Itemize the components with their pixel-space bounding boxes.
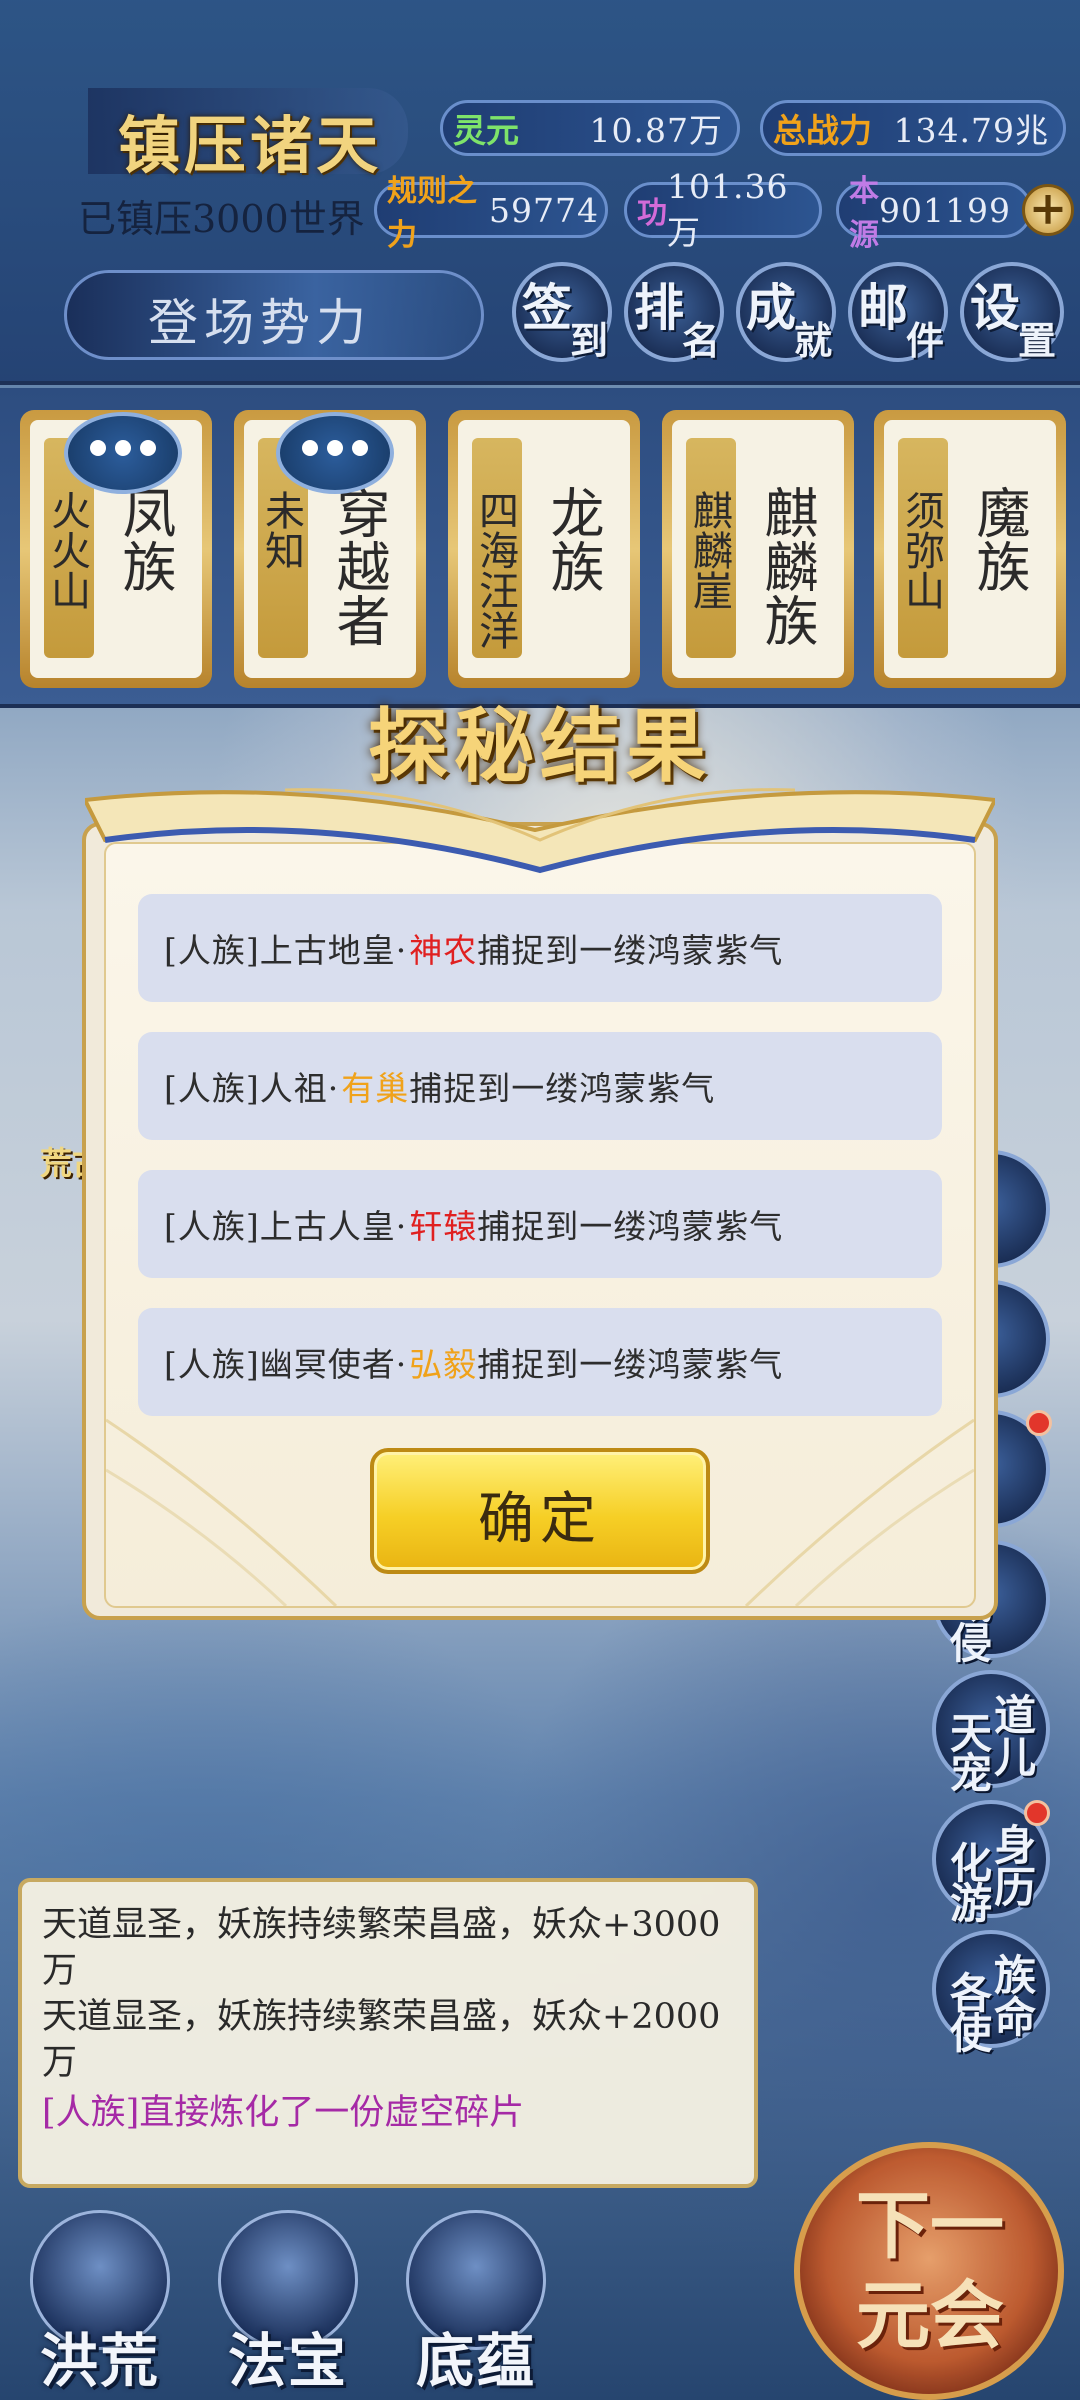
ranking-char1: 排 <box>634 278 684 337</box>
faction-name: 穿越者 <box>327 485 390 647</box>
nav-fabao[interactable]: 法宝 <box>208 2210 368 2395</box>
mail-char1: 邮 <box>858 278 908 337</box>
result-suffix: 捕捉到一缕鸿蒙紫气 <box>409 1069 716 1108</box>
ranking-button[interactable]: 排 名 <box>624 262 724 363</box>
settings-button[interactable]: 设 置 <box>960 262 1064 363</box>
chat-bubble-icon[interactable] <box>276 412 394 494</box>
nav-honghuang[interactable]: 洪荒 <box>20 2210 180 2395</box>
event-log: 天道显圣，妖族持续繁荣昌盛，妖众+3000万 天道显圣，妖族持续繁荣昌盛，妖众+… <box>18 1878 758 2188</box>
side-button-tiandao[interactable]: 天 道 宠 儿 <box>932 1670 1050 1798</box>
side-char: 儿 <box>994 1733 1037 1782</box>
resource-mid-label: 功 <box>637 196 667 231</box>
signin-button[interactable]: 签 到 <box>512 262 612 363</box>
side-button-gezu[interactable]: 各 族 使 命 <box>932 1930 1050 2058</box>
mail-char2: 件 <box>906 318 945 363</box>
result-highlight: 神农 <box>409 931 478 970</box>
resource-lingyuan-label: 灵元 <box>453 111 519 150</box>
faction-location: 未知 <box>258 490 304 570</box>
result-suffix: 捕捉到一缕鸿蒙紫气 <box>477 931 784 970</box>
nav-label: 洪荒 <box>39 2327 160 2395</box>
faction-location: 火火山 <box>44 490 90 610</box>
result-highlight: 弘毅 <box>409 1345 478 1384</box>
log-line: 天道显圣，妖族持续繁荣昌盛，妖众+3000万 <box>42 1905 721 1991</box>
side-char: 使 <box>950 2009 993 2058</box>
confirm-label: 确定 <box>478 1487 602 1552</box>
nav-label: 底蕴 <box>415 2327 536 2395</box>
achievement-char2: 就 <box>794 318 833 363</box>
resource-guize-value: 59774 <box>489 190 599 230</box>
result-prefix: [人族]幽冥使者· <box>164 1345 408 1384</box>
faction-name: 魔族 <box>967 485 1030 593</box>
result-prefix: [人族]上古地皇· <box>164 931 408 970</box>
faction-card-dragon[interactable]: 四海汪洋 龙族 <box>448 410 640 688</box>
resource-benyuan: 本源 901199 <box>836 174 1032 253</box>
achievement-char1: 成 <box>746 278 796 337</box>
result-suffix: 捕捉到一缕鸿蒙紫气 <box>477 1207 784 1246</box>
result-item: [人族]上古地皇· 神农 捕捉到一缕鸿蒙紫气 <box>138 894 942 1002</box>
resource-zongzhanli-value: 134.79兆 <box>893 111 1049 150</box>
settings-char1: 设 <box>970 278 1020 337</box>
result-prefix: [人族]上古人皇· <box>164 1207 408 1246</box>
modal-title: 探秘结果 <box>368 699 712 793</box>
faction-location: 四海汪洋 <box>472 490 518 650</box>
resource-mid-value: 101.36万 <box>667 166 789 252</box>
achievement-button[interactable]: 成 就 <box>736 262 836 363</box>
resource-guize: 规则之力 59774 <box>374 174 608 253</box>
resource-mid: 功 101.36万 <box>624 167 822 252</box>
faction-name: 凤族 <box>113 485 176 593</box>
settings-char2: 置 <box>1018 318 1057 363</box>
resource-guize-label: 规则之力 <box>387 174 477 253</box>
result-highlight: 轩辕 <box>409 1207 478 1246</box>
result-suffix: 捕捉到一缕鸿蒙紫气 <box>477 1345 784 1384</box>
page-title: 镇压诸天 <box>118 109 383 182</box>
chat-bubble-icon[interactable] <box>64 412 182 494</box>
side-char: 命 <box>994 1993 1037 2042</box>
signin-char2: 到 <box>570 318 609 363</box>
nav-label: 法宝 <box>227 2327 348 2395</box>
enter-factions-label: 登场势力 <box>148 294 372 352</box>
resource-zongzhanli-label: 总战力 <box>773 111 872 150</box>
resource-lingyuan: 灵元 10.87万 <box>440 100 740 156</box>
side-char: 历 <box>994 1863 1037 1912</box>
result-item: [人族]上古人皇· 轩辕 捕捉到一缕鸿蒙紫气 <box>138 1170 942 1278</box>
result-highlight: 有巢 <box>341 1069 410 1108</box>
resource-benyuan-value: 901199 <box>879 190 1011 230</box>
resource-zongzhanli: 总战力 134.79兆 <box>760 100 1066 156</box>
nav-diyun[interactable]: 底蕴 <box>396 2210 556 2395</box>
resource-lingyuan-value: 10.87万 <box>589 111 723 150</box>
result-prefix: [人族]人祖· <box>164 1069 340 1108</box>
faction-location: 麒麟崖 <box>686 490 732 610</box>
notification-dot <box>1026 1410 1052 1436</box>
log-line-highlight: [人族]直接炼化了一份虚空碎片 <box>42 2093 525 2133</box>
resource-benyuan-label: 本源 <box>849 174 879 253</box>
signin-char1: 签 <box>522 278 572 337</box>
result-item: [人族]人祖· 有巢 捕捉到一缕鸿蒙紫气 <box>138 1032 942 1140</box>
subdued-worlds: 已镇压3000世界 <box>78 197 365 241</box>
side-char: 宠 <box>950 1749 993 1798</box>
ranking-char2: 名 <box>682 318 721 363</box>
faction-card-qilin[interactable]: 麒麟崖 麒麟族 <box>662 410 854 688</box>
notification-dot <box>1024 1800 1050 1826</box>
side-char: 游 <box>950 1879 993 1928</box>
add-resource-button[interactable]: + <box>1022 184 1074 236</box>
faction-card-demon[interactable]: 须弥山 魔族 <box>874 410 1066 688</box>
confirm-button[interactable]: 确定 <box>370 1448 710 1574</box>
faction-name: 麒麟族 <box>755 485 818 647</box>
result-item: [人族]幽冥使者· 弘毅 捕捉到一缕鸿蒙紫气 <box>138 1308 942 1416</box>
mail-button[interactable]: 邮 件 <box>848 262 948 363</box>
faction-location: 须弥山 <box>898 490 944 610</box>
next-era-label-2: 元会 <box>856 2273 1004 2359</box>
log-line: 天道显圣，妖族持续繁荣昌盛，妖众+2000万 <box>42 1997 721 2083</box>
faction-name: 龙族 <box>541 485 604 593</box>
